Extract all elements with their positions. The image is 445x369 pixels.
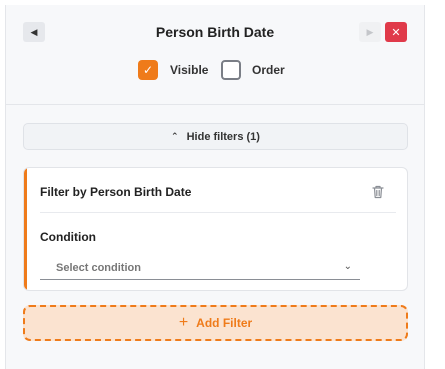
hide-filters-button[interactable]: ⌃ Hide filters (1): [23, 123, 408, 150]
order-checkbox[interactable]: [221, 60, 241, 80]
options-row: ✓ Visible Order: [6, 59, 424, 81]
order-label[interactable]: Order: [252, 62, 285, 78]
next-button[interactable]: ▶: [359, 22, 381, 42]
visible-label[interactable]: Visible: [170, 62, 208, 78]
delete-filter-button[interactable]: [370, 184, 386, 200]
plus-icon: +: [178, 314, 189, 331]
close-icon: ✕: [391, 26, 401, 39]
panel-header: ◀ Person Birth Date ▶ ✕ ✓ Visible Order: [6, 5, 424, 105]
add-filter-label: Add Filter: [196, 316, 253, 330]
filter-title: Filter by Person Birth Date: [40, 185, 192, 199]
hide-filters-label: Hide filters (1): [186, 130, 260, 143]
filter-card-accent: [24, 168, 27, 290]
close-button[interactable]: ✕: [385, 22, 407, 42]
condition-select[interactable]: Select condition ⌄: [40, 258, 360, 280]
trash-icon: [372, 185, 384, 199]
visible-checkbox[interactable]: ✓: [138, 60, 158, 80]
field-settings-panel: ◀ Person Birth Date ▶ ✕ ✓ Visible Order …: [5, 5, 425, 369]
add-filter-button[interactable]: + Add Filter: [23, 305, 408, 341]
condition-placeholder: Select condition: [56, 262, 141, 274]
chevron-up-icon: ⌃: [171, 131, 179, 141]
condition-label: Condition: [40, 230, 96, 244]
filter-divider: [40, 212, 396, 213]
check-icon: ✓: [142, 63, 154, 77]
caret-right-icon: ▶: [366, 26, 374, 37]
chevron-down-icon: ⌄: [343, 261, 352, 272]
filter-card: Filter by Person Birth Date Condition Se…: [23, 167, 408, 291]
